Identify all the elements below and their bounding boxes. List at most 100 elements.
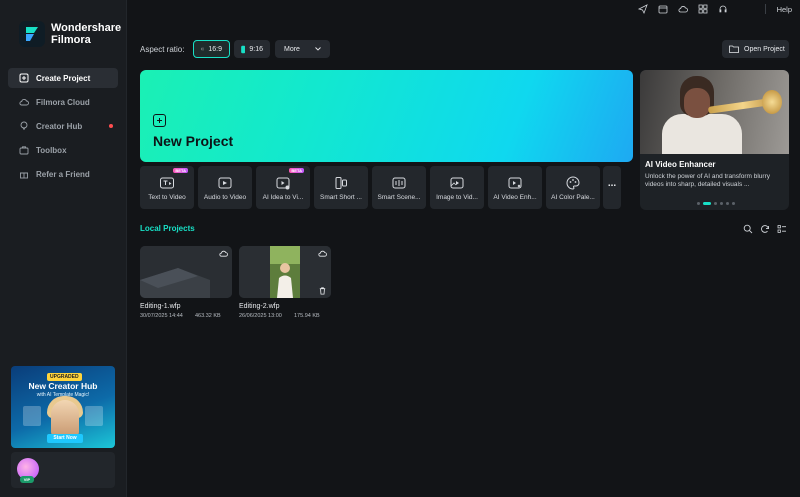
search-icon[interactable] <box>743 224 753 234</box>
sidebar: Wondershare Filmora Create Project Filmo… <box>0 0 127 497</box>
aspect-more-label: More <box>284 45 300 53</box>
new-project-title: New Project <box>153 133 234 149</box>
project-name[interactable]: Editing-2.wfp <box>239 303 279 310</box>
carousel-dot[interactable] <box>720 202 723 205</box>
tool-video-enhance[interactable]: AI Video Enh... <box>488 166 542 209</box>
tool-label: Text to Video <box>148 194 186 201</box>
local-projects-toolbar <box>743 224 787 234</box>
tool-label: Image to Vid... <box>436 194 478 201</box>
send-icon[interactable] <box>638 4 648 14</box>
sidebar-item-label: Refer a Friend <box>36 169 90 179</box>
help-menu[interactable]: Help <box>777 5 792 14</box>
tool-label: AI Video Enh... <box>493 194 537 201</box>
refresh-icon[interactable] <box>760 224 770 234</box>
landscape-icon <box>201 47 205 51</box>
tool-idea-to-video[interactable]: AI Idea to Vi... BETA <box>256 166 310 209</box>
color-palette-icon <box>565 175 581 191</box>
cloud-icon[interactable] <box>678 4 688 14</box>
carousel-dot[interactable] <box>726 202 729 205</box>
tool-label: AI Color Pale... <box>551 194 595 201</box>
image-to-video-icon <box>449 175 465 191</box>
sidebar-nav: Create Project Filmora Cloud Creator Hub… <box>8 68 118 188</box>
carousel-dot[interactable] <box>703 202 711 205</box>
app-name-line1: Wondershare <box>51 22 122 34</box>
showcase-image-figure <box>684 88 710 118</box>
sidebar-item-label: Toolbox <box>36 145 67 155</box>
aspect-ratio-label: Aspect ratio: <box>140 45 185 54</box>
aspect-16-9-label: 16:9 <box>208 45 222 53</box>
aspect-16-9-button[interactable]: 16:9 <box>193 40 230 58</box>
beta-badge: BETA <box>173 168 188 173</box>
promo-start-button[interactable]: Start Now <box>47 434 83 443</box>
project-thumbnail[interactable] <box>239 246 331 298</box>
local-projects-title: Local Projects <box>140 224 195 233</box>
folder-icon <box>729 45 739 53</box>
tool-smart-scene[interactable]: Smart Scene... <box>372 166 426 209</box>
sidebar-item-toolbox[interactable]: Toolbox <box>8 140 118 160</box>
app-name-line2: Filmora <box>51 34 91 46</box>
project-thumbnail[interactable] <box>140 246 232 298</box>
app-logo: Wondershare Filmora <box>19 21 121 47</box>
promo-thumbnail <box>85 406 103 426</box>
list-view-icon[interactable] <box>777 224 787 234</box>
sidebar-item-label: Create Project <box>36 73 91 83</box>
carousel-dot[interactable] <box>697 202 700 205</box>
sidebar-item-label: Filmora Cloud <box>36 97 90 107</box>
grid-icon[interactable] <box>698 4 708 14</box>
tool-label: AI Idea to Vi... <box>262 194 304 201</box>
sidebar-item-filmora-cloud[interactable]: Filmora Cloud <box>8 92 118 112</box>
feature-showcase-card[interactable]: AI Video Enhancer Unlock the power of AI… <box>640 70 789 210</box>
calendar-icon[interactable] <box>658 4 668 14</box>
video-enhance-icon <box>507 175 523 191</box>
filmora-logo-icon <box>19 21 45 47</box>
aspect-9-16-button[interactable]: 9:16 <box>234 40 270 58</box>
sidebar-item-label: Creator Hub <box>36 121 83 131</box>
showcase-description: Unlock the power of AI and transform blu… <box>645 173 771 188</box>
tool-text-to-video[interactable]: Text to Video BETA <box>140 166 194 209</box>
aspect-more-dropdown[interactable]: More <box>275 40 330 58</box>
sidebar-item-create-project[interactable]: Create Project <box>8 68 118 88</box>
tool-color-palette[interactable]: AI Color Pale... <box>546 166 600 209</box>
cloud-upload-icon[interactable] <box>318 249 327 258</box>
sidebar-item-refer-a-friend[interactable]: Refer a Friend <box>8 164 118 184</box>
text-to-video-icon <box>159 175 175 191</box>
carousel-dot[interactable] <box>732 202 735 205</box>
tool-label: Smart Scene... <box>377 194 421 201</box>
aspect-9-16-label: 9:16 <box>249 45 263 53</box>
project-name[interactable]: Editing-1.wfp <box>140 303 180 310</box>
project-size: 175.94 KB <box>294 313 320 319</box>
showcase-title: AI Video Enhancer <box>645 160 716 169</box>
showcase-image <box>640 70 789 154</box>
plus-icon <box>153 114 166 127</box>
bulb-icon <box>20 121 28 130</box>
cloud-upload-icon[interactable] <box>219 249 228 258</box>
app-name: Wondershare Filmora <box>51 22 121 46</box>
carousel-dots[interactable] <box>697 202 735 205</box>
showcase-image-trumpet <box>762 90 782 114</box>
tool-label: Smart Short ... <box>320 194 362 201</box>
tool-image-to-video[interactable]: Image to Vid... <box>430 166 484 209</box>
trash-icon[interactable] <box>318 286 327 295</box>
tool-smart-short[interactable]: Smart Short ... <box>314 166 368 209</box>
open-project-label: Open Project <box>744 45 785 53</box>
vip-badge: VIP <box>20 476 34 483</box>
project-date: 30/07/2025 14:44 <box>140 313 183 319</box>
plus-square-icon <box>19 73 29 83</box>
header-icons <box>638 4 728 14</box>
open-project-button[interactable]: Open Project <box>722 40 789 58</box>
sidebar-item-creator-hub[interactable]: Creator Hub <box>8 116 118 136</box>
tool-audio-to-video[interactable]: Audio to Video <box>198 166 252 209</box>
new-project-button[interactable]: New Project <box>140 70 633 162</box>
audio-to-video-icon <box>217 175 233 191</box>
cloud-icon <box>19 99 29 106</box>
more-tools-button[interactable]: ... <box>603 166 621 209</box>
toolbox-icon <box>19 146 29 155</box>
headset-icon[interactable] <box>718 4 728 14</box>
user-card[interactable]: VIP <box>11 452 115 488</box>
carousel-dot[interactable] <box>714 202 717 205</box>
promo-image <box>51 400 79 436</box>
smart-short-icon <box>333 175 349 191</box>
notification-dot <box>109 124 113 128</box>
promo-title: New Creator Hub <box>28 381 98 391</box>
creator-hub-promo-banner[interactable]: UPGRADED New Creator Hub with AI Templat… <box>11 366 115 448</box>
